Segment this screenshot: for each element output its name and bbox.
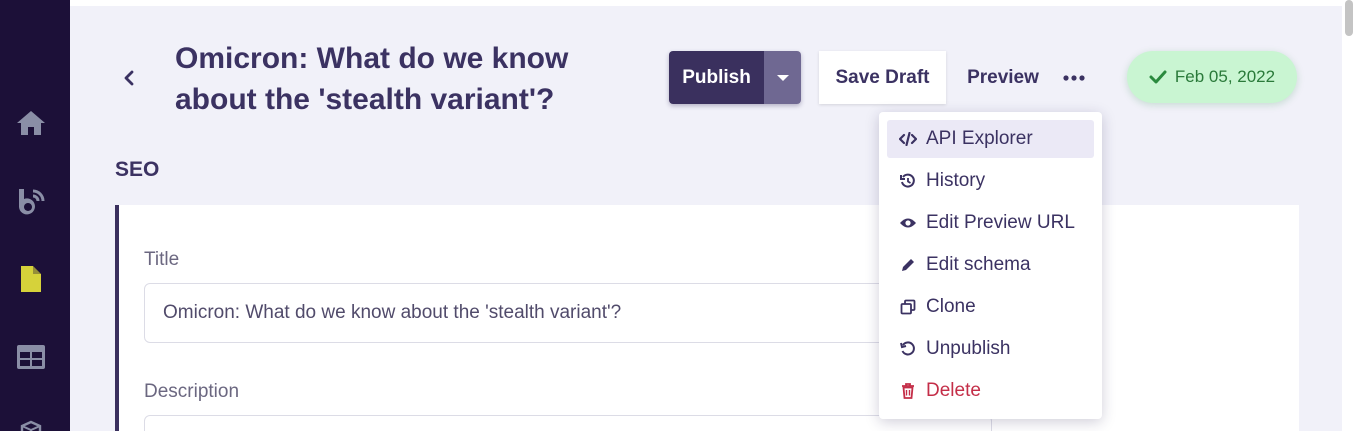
home-icon xyxy=(17,111,45,135)
menu-item-label: Unpublish xyxy=(926,338,1011,359)
menu-item-label: Edit schema xyxy=(926,254,1031,275)
title-field-label: Title xyxy=(144,249,180,270)
title-input[interactable]: Omicron: What do we know about the 'stea… xyxy=(144,283,992,343)
published-status-badge: Feb 05, 2022 xyxy=(1127,51,1297,103)
menu-item-api-explorer[interactable]: API Explorer xyxy=(887,120,1094,158)
menu-item-delete[interactable]: Delete xyxy=(887,372,1094,410)
blog-icon xyxy=(19,189,45,215)
menu-item-label: Delete xyxy=(926,380,981,401)
section-title-seo: SEO xyxy=(115,158,160,181)
menu-item-label: Edit Preview URL xyxy=(926,212,1075,233)
menu-item-unpublish[interactable]: Unpublish xyxy=(887,330,1094,368)
description-input[interactable] xyxy=(144,415,992,431)
menu-item-label: History xyxy=(926,170,986,191)
preview-button[interactable]: Preview xyxy=(958,51,1048,104)
caret-down-icon xyxy=(776,74,789,81)
sidebar-item-schema[interactable] xyxy=(14,340,48,374)
published-date: Feb 05, 2022 xyxy=(1174,67,1276,86)
menu-item-label: API Explorer xyxy=(926,128,1033,149)
document-icon xyxy=(21,266,41,292)
publish-options-button[interactable] xyxy=(764,51,801,104)
check-icon xyxy=(1149,70,1167,84)
chevron-left-icon xyxy=(124,70,134,86)
sidebar-item-blog[interactable] xyxy=(14,184,48,218)
grid-icon xyxy=(17,345,45,369)
menu-item-label: Clone xyxy=(926,296,976,317)
page-title: Omicron: What do we know about the 'stea… xyxy=(175,42,569,116)
menu-item-history[interactable]: History xyxy=(887,162,1094,200)
scrollbar-thumb[interactable] xyxy=(1345,0,1353,36)
sidebar-item-content[interactable] xyxy=(14,262,48,296)
sidebar xyxy=(0,0,70,431)
more-actions-menu: API Explorer History Edit Preview URL Ed… xyxy=(879,112,1102,419)
title-input-value: Omicron: What do we know about the 'stea… xyxy=(163,302,622,323)
sidebar-item-home[interactable] xyxy=(14,106,48,140)
more-horizontal-icon xyxy=(1063,75,1085,81)
eye-icon xyxy=(899,214,917,232)
menu-item-edit-preview-url[interactable]: Edit Preview URL xyxy=(887,204,1094,242)
back-button[interactable] xyxy=(118,66,140,90)
pencil-icon xyxy=(899,256,917,274)
menu-item-edit-schema[interactable]: Edit schema xyxy=(887,246,1094,284)
history-icon xyxy=(899,172,917,190)
description-field-label: Description xyxy=(144,381,240,402)
trash-icon xyxy=(899,382,917,400)
more-actions-button[interactable] xyxy=(1058,64,1090,92)
code-icon xyxy=(899,130,917,148)
menu-item-clone[interactable]: Clone xyxy=(887,288,1094,326)
scrollbar-track[interactable] xyxy=(1342,0,1358,431)
box-icon xyxy=(20,420,42,431)
publish-button[interactable]: Publish xyxy=(669,51,764,104)
clone-icon xyxy=(899,298,917,316)
publish-button-group: Publish xyxy=(669,51,801,104)
sidebar-item-assets[interactable] xyxy=(14,414,48,431)
undo-icon xyxy=(899,340,917,358)
save-draft-button[interactable]: Save Draft xyxy=(819,51,946,104)
